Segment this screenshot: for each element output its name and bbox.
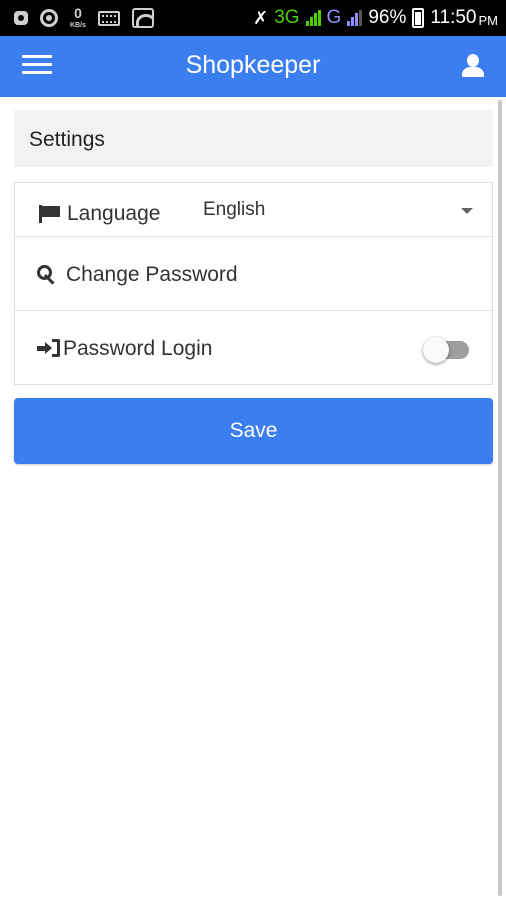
clock-time: 11:50 (430, 7, 477, 28)
password-login-row: Password Login (15, 311, 492, 384)
save-button[interactable]: Save (14, 398, 493, 464)
flag-icon (39, 205, 61, 223)
status-bar-right: ✗ 3G G 96% 11:50 PM (253, 4, 498, 32)
key-icon (37, 265, 59, 287)
caret-down-icon (461, 208, 473, 214)
password-login-label: Password Login (63, 337, 213, 360)
mute-icon: ✗ (253, 7, 269, 28)
settings-title: Settings (29, 128, 105, 151)
signal-strength-icon (305, 10, 321, 26)
language-select[interactable]: English (203, 197, 483, 227)
status-bar: 0 KB/s ✗ 3G G 96% 11:50 PM (0, 0, 506, 36)
settings-header: Settings (14, 110, 493, 167)
settings-card: Language English Change Password Passwor… (14, 182, 493, 385)
network-speed-indicator: 0 KB/s (70, 6, 86, 30)
network-speed-unit: KB/s (70, 22, 86, 29)
battery-percent: 96% (368, 7, 407, 28)
user-icon[interactable] (460, 53, 486, 79)
notification-icon (14, 11, 28, 25)
language-label: Language (67, 202, 161, 225)
clock-suffix: PM (478, 12, 499, 28)
sign-in-icon-bracket (52, 339, 60, 357)
scrollbar[interactable] (498, 100, 502, 896)
status-bar-left: 0 KB/s (14, 6, 154, 30)
signal-strength-icon-2 (347, 10, 363, 26)
location-icon (40, 9, 58, 27)
app-bar: Shopkeeper (0, 36, 506, 97)
toggle-thumb (423, 337, 449, 363)
keyboard-icon (97, 10, 120, 26)
network-3g-label: 3G (274, 7, 300, 28)
language-row: Language English (15, 183, 492, 237)
battery-icon (412, 8, 425, 28)
change-password-label: Change Password (66, 263, 238, 286)
network-speed-value: 0 (74, 5, 82, 21)
network-g-label: G (326, 7, 342, 28)
change-password-row[interactable]: Change Password (15, 237, 492, 311)
password-login-toggle[interactable] (423, 337, 471, 363)
language-selected-value: English (203, 199, 266, 220)
wifi-icon (131, 8, 154, 28)
app-title: Shopkeeper (185, 51, 321, 79)
